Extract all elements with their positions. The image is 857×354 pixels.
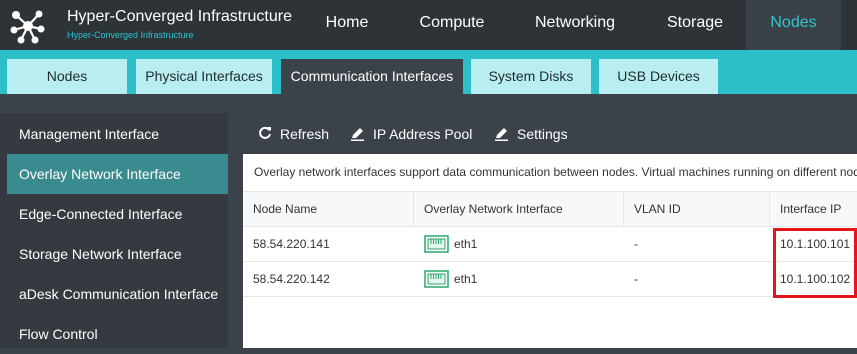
content-panel: Overlay network interfaces support data … xyxy=(243,154,857,348)
highlight-box xyxy=(773,228,857,298)
nav-storage[interactable]: Storage xyxy=(650,0,740,50)
ip-address-pool-button[interactable]: IP Address Pool xyxy=(350,114,480,154)
tab-usb-devices[interactable]: USB Devices xyxy=(599,59,718,94)
app-subtitle: Hyper-Converged Infrastructure xyxy=(67,30,194,40)
ip-address-pool-label: IP Address Pool xyxy=(373,126,473,142)
cell-vlan-id: - xyxy=(634,237,638,251)
sidebar-item-flow-control[interactable]: Flow Control xyxy=(7,314,228,354)
table-row[interactable]: 58.54.220.141 eth1 - 10.1.100.101 xyxy=(243,227,857,262)
sidebar-item-adesk-communication-interface[interactable]: aDesk Communication Interface xyxy=(7,274,228,314)
nav-networking[interactable]: Networking xyxy=(520,0,630,50)
network-port-icon xyxy=(424,235,449,253)
column-header-node-name[interactable]: Node Name xyxy=(243,192,413,226)
cell-node-name: 58.54.220.141 xyxy=(253,237,330,251)
cell-interface-name: eth1 xyxy=(454,272,478,286)
table-header: Node Name Overlay Network Interface VLAN… xyxy=(243,191,857,227)
sidebar-item-overlay-network-interface[interactable]: Overlay Network Interface xyxy=(7,154,228,194)
sidebar-item-edge-connected-interface[interactable]: Edge-Connected Interface xyxy=(7,194,228,234)
nav-nodes[interactable]: Nodes xyxy=(746,0,841,50)
sidebar: Management Interface Overlay Network Int… xyxy=(0,113,228,348)
settings-button[interactable]: Settings xyxy=(494,114,574,154)
column-header-vlan-id[interactable]: VLAN ID xyxy=(624,192,769,226)
cell-vlan-id: - xyxy=(634,272,638,286)
sidebar-item-storage-network-interface[interactable]: Storage Network Interface xyxy=(7,234,228,274)
app-title: Hyper-Converged Infrastructure xyxy=(67,8,292,25)
cell-interface-name: eth1 xyxy=(454,237,478,251)
refresh-button[interactable]: Refresh xyxy=(258,114,338,154)
tab-system-disks[interactable]: System Disks xyxy=(471,59,591,94)
network-port-icon xyxy=(424,270,449,288)
pencil-icon xyxy=(351,128,364,141)
nav-compute[interactable]: Compute xyxy=(400,0,504,50)
column-header-interface-ip[interactable]: Interface IP xyxy=(770,192,857,226)
cell-node-name: 58.54.220.142 xyxy=(253,272,330,286)
column-header-overlay-network-interface[interactable]: Overlay Network Interface xyxy=(414,192,623,226)
settings-label: Settings xyxy=(517,126,568,142)
top-navigation-bar: Hyper-Converged Infrastructure Hyper-Con… xyxy=(0,0,857,50)
toolbar: Refresh IP Address Pool Settings xyxy=(243,114,857,154)
table-row[interactable]: 58.54.220.142 eth1 - 10.1.100.102 xyxy=(243,262,857,297)
tab-physical-interfaces[interactable]: Physical Interfaces xyxy=(136,59,272,94)
molecule-logo-icon xyxy=(10,10,45,44)
pencil-icon xyxy=(495,128,508,141)
tab-communication-interfaces[interactable]: Communication Interfaces xyxy=(281,59,463,94)
description-text: Overlay network interfaces support data … xyxy=(254,165,857,179)
refresh-label: Refresh xyxy=(280,126,330,142)
sidebar-item-management-interface[interactable]: Management Interface xyxy=(7,114,228,154)
tab-nodes[interactable]: Nodes xyxy=(7,59,127,94)
refresh-icon xyxy=(259,126,271,139)
nav-home[interactable]: Home xyxy=(314,0,380,50)
